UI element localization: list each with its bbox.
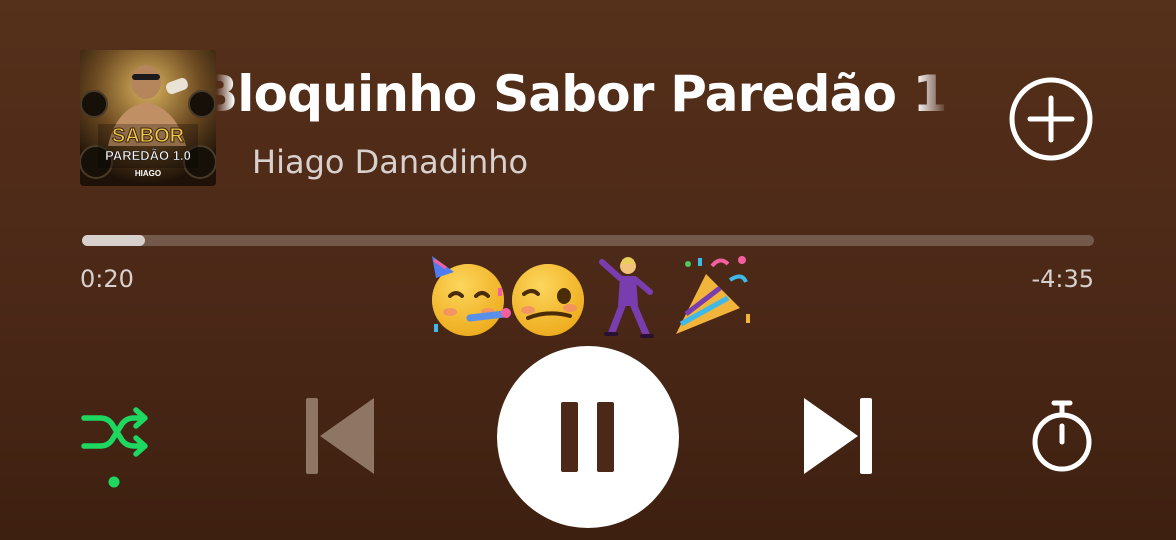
svg-text:PAREDÃO 1.0: PAREDÃO 1.0: [105, 148, 191, 163]
track-title-container: Bloquinho Sabor Paredão 1.0: [216, 58, 948, 130]
pause-icon: [561, 402, 614, 472]
woozy-face-icon: [512, 264, 584, 336]
next-track-button[interactable]: [800, 396, 876, 476]
elapsed-time: 0:20: [80, 265, 134, 293]
skip-next-icon: [804, 398, 872, 474]
progress-bar-fill: [82, 235, 145, 246]
sleep-timer-icon: [1032, 400, 1092, 472]
remaining-time: -4:35: [1031, 265, 1094, 293]
track-artist[interactable]: Hiago Danadinho: [252, 140, 528, 184]
skip-previous-icon: [306, 398, 374, 474]
partying-face-icon: [432, 256, 511, 336]
track-title[interactable]: Bloquinho Sabor Paredão 1.0: [216, 58, 948, 130]
add-to-library-button[interactable]: [1008, 76, 1094, 162]
pause-button[interactable]: [497, 346, 679, 528]
sleep-timer-button[interactable]: [1030, 398, 1094, 474]
shuffle-icon: [81, 407, 148, 488]
party-popper-icon: [676, 256, 750, 334]
album-art: SABOR PAREDÃO 1.0 HIAGO: [80, 50, 216, 186]
album-cover-image: SABOR PAREDÃO 1.0 HIAGO: [80, 50, 216, 186]
progress-bar[interactable]: [82, 235, 1094, 246]
shuffle-button[interactable]: [78, 404, 152, 488]
previous-track-button[interactable]: [302, 396, 378, 476]
shuffle-active-dot: [108, 476, 120, 488]
emoji-overlay: [424, 252, 754, 342]
man-dancing-icon: [599, 257, 654, 338]
svg-text:SABOR: SABOR: [112, 125, 185, 147]
svg-text:HIAGO: HIAGO: [135, 169, 161, 178]
add-circle-icon: [1009, 77, 1093, 161]
